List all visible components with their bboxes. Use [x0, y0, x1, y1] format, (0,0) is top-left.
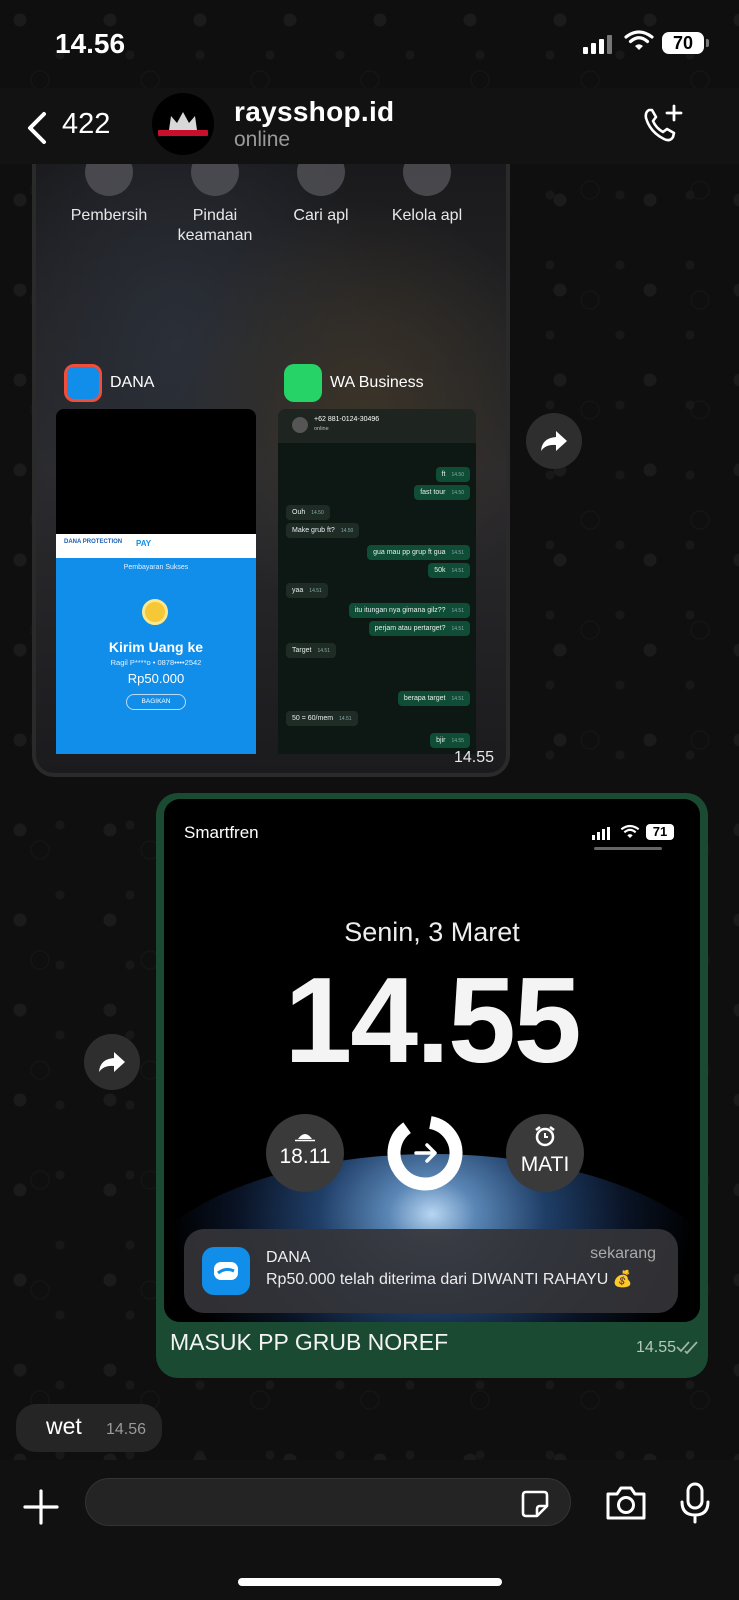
wa-bubble: 50 = 60/mem 14.51 [286, 711, 358, 726]
wa-bubble: Make grub ft? 14.50 [286, 523, 360, 538]
notification-body: Rp50.000 telah diterima dari DIWANTI RAH… [266, 1271, 633, 1288]
contact-name[interactable]: raysshop.id [234, 96, 394, 128]
cellular-signal-icon [583, 34, 612, 54]
lockscreen-date: Senin, 3 Maret [344, 917, 520, 947]
chat-screen: 14.56 70 422 raysshop.id online Pembersi… [0, 0, 739, 1600]
message-input-bar [0, 1460, 739, 1600]
wa-recent-card: +62 881-0124-30496 online ft 14.50 fast t… [278, 409, 476, 754]
battery-indicator: 70 [662, 32, 709, 54]
wa-bubble: bjir 14.55 [430, 733, 470, 748]
microphone-icon[interactable] [678, 1482, 712, 1524]
status-bar: 14.56 70 [0, 0, 739, 88]
wa-bubble: berapa target 14.51 [397, 691, 470, 706]
message-text: wet [46, 1413, 82, 1439]
add-call-icon[interactable] [640, 102, 686, 146]
message-timestamp: 14.55 [635, 1339, 676, 1356]
crown-logo-icon [169, 112, 197, 130]
back-chevron-icon[interactable] [22, 108, 62, 148]
payment-title: Kirim Uang ke [108, 639, 204, 655]
payment-status: Pembayaran Sukses [123, 564, 189, 571]
message-timestamp: 14.55 [453, 749, 494, 766]
payment-recipient: Ragil P****o • 0878••••2542 [110, 658, 202, 667]
dana-protection-label: DANA PROTECTION [64, 539, 123, 545]
grid-icon [403, 164, 451, 196]
app-label-wa-business: WA Business [284, 364, 424, 402]
logo-banner [158, 130, 208, 136]
wifi-icon [624, 30, 654, 50]
message-input[interactable] [85, 1478, 571, 1526]
dana-notification: DANA sekarang Rp50.000 telah diterima da… [184, 1229, 678, 1313]
activity-ring-widget [386, 1114, 464, 1192]
sunset-icon [295, 1134, 315, 1142]
dana-app-icon [64, 364, 102, 402]
status-time: 14.56 [55, 28, 126, 59]
wa-bubble: yaa 14.51 [286, 583, 328, 598]
wa-bubble: Ouh 14.50 [286, 505, 330, 520]
plus-icon[interactable] [22, 1488, 60, 1526]
wa-business-app-icon [284, 364, 322, 402]
wifi-icon [620, 824, 640, 838]
alarm-widget: MATI [506, 1114, 584, 1192]
forward-button[interactable] [526, 413, 582, 469]
home-indicator [238, 1578, 502, 1586]
wa-bubble: gua mau pp grup ft gua 14.51 [367, 545, 470, 560]
trash-icon [85, 164, 133, 196]
wa-bubble: perjam atau pertarget? 14.51 [368, 621, 470, 636]
image-message-lockscreen[interactable]: Smartfren 71 Senin, 3 Maret 14.55 18.11 … [156, 793, 708, 1378]
share-label: BAGIKAN [126, 694, 186, 710]
contact-avatar[interactable] [152, 93, 214, 155]
battery-indicator: 71 [646, 824, 674, 840]
wa-bubble: 50k 14.51 [428, 563, 470, 578]
app-label-dana: DANA [64, 364, 154, 402]
image-message-recents[interactable]: Pembersih Pindai keamanan Cari apl Kelol… [32, 164, 510, 777]
notification-app-name: DANA [266, 1249, 311, 1266]
payment-amount: Rp50.000 [127, 671, 185, 686]
contact-status: online [234, 128, 291, 151]
sunset-widget: 18.11 [266, 1114, 344, 1192]
read-receipt-icon [676, 1341, 698, 1354]
chat-header: 422 raysshop.id online [0, 88, 739, 164]
wa-contact-number: +62 881-0124-30496 [314, 416, 380, 423]
forward-arrow-icon [541, 431, 567, 451]
sticker-icon[interactable] [520, 1489, 550, 1519]
wa-bubble: Target 14.51 [286, 643, 336, 658]
dana-app-icon [202, 1247, 250, 1295]
dana-pay-label: PAY [136, 539, 152, 548]
quick-actions: Pembersih Pindai keamanan Cari apl Kelol… [36, 164, 506, 264]
speedometer-icon [191, 164, 239, 196]
progress-ring-icon [387, 1115, 463, 1191]
wa-bubble: fast tour 14.50 [414, 485, 470, 500]
cellular-signal-icon [592, 827, 610, 840]
camera-icon[interactable] [604, 1484, 648, 1522]
lockscreen-clock: 14.55 [284, 952, 581, 1088]
forward-button[interactable] [84, 1034, 140, 1090]
alarm-clock-icon [535, 1126, 555, 1147]
dana-recent-card: DANA PROTECTION PAY Pembayaran Sukses Ki… [56, 409, 256, 754]
notification-time: sekarang [590, 1245, 656, 1262]
message-timestamp: 14.56 [106, 1421, 147, 1438]
dana-payment-screen: DANA PROTECTION PAY Pembayaran Sukses Ki… [56, 534, 256, 754]
lockscreen-image: Smartfren 71 Senin, 3 Maret 14.55 18.11 … [164, 799, 700, 1322]
search-icon [297, 164, 345, 196]
wa-bubble: ft 14.50 [435, 467, 470, 482]
carrier-name: Smartfren [184, 823, 259, 842]
message-caption: MASUK PP GRUB NOREF [170, 1329, 449, 1355]
text-message-incoming[interactable]: wet 14.56 [16, 1404, 162, 1452]
coin-icon [142, 599, 168, 625]
unread-count[interactable]: 422 [62, 108, 110, 141]
wa-contact-avatar [292, 417, 308, 433]
wa-bubble: itu itungan nya gimana gilz?? 14.51 [348, 603, 470, 618]
forward-arrow-icon [99, 1052, 125, 1072]
wa-contact-status: online [314, 426, 329, 432]
